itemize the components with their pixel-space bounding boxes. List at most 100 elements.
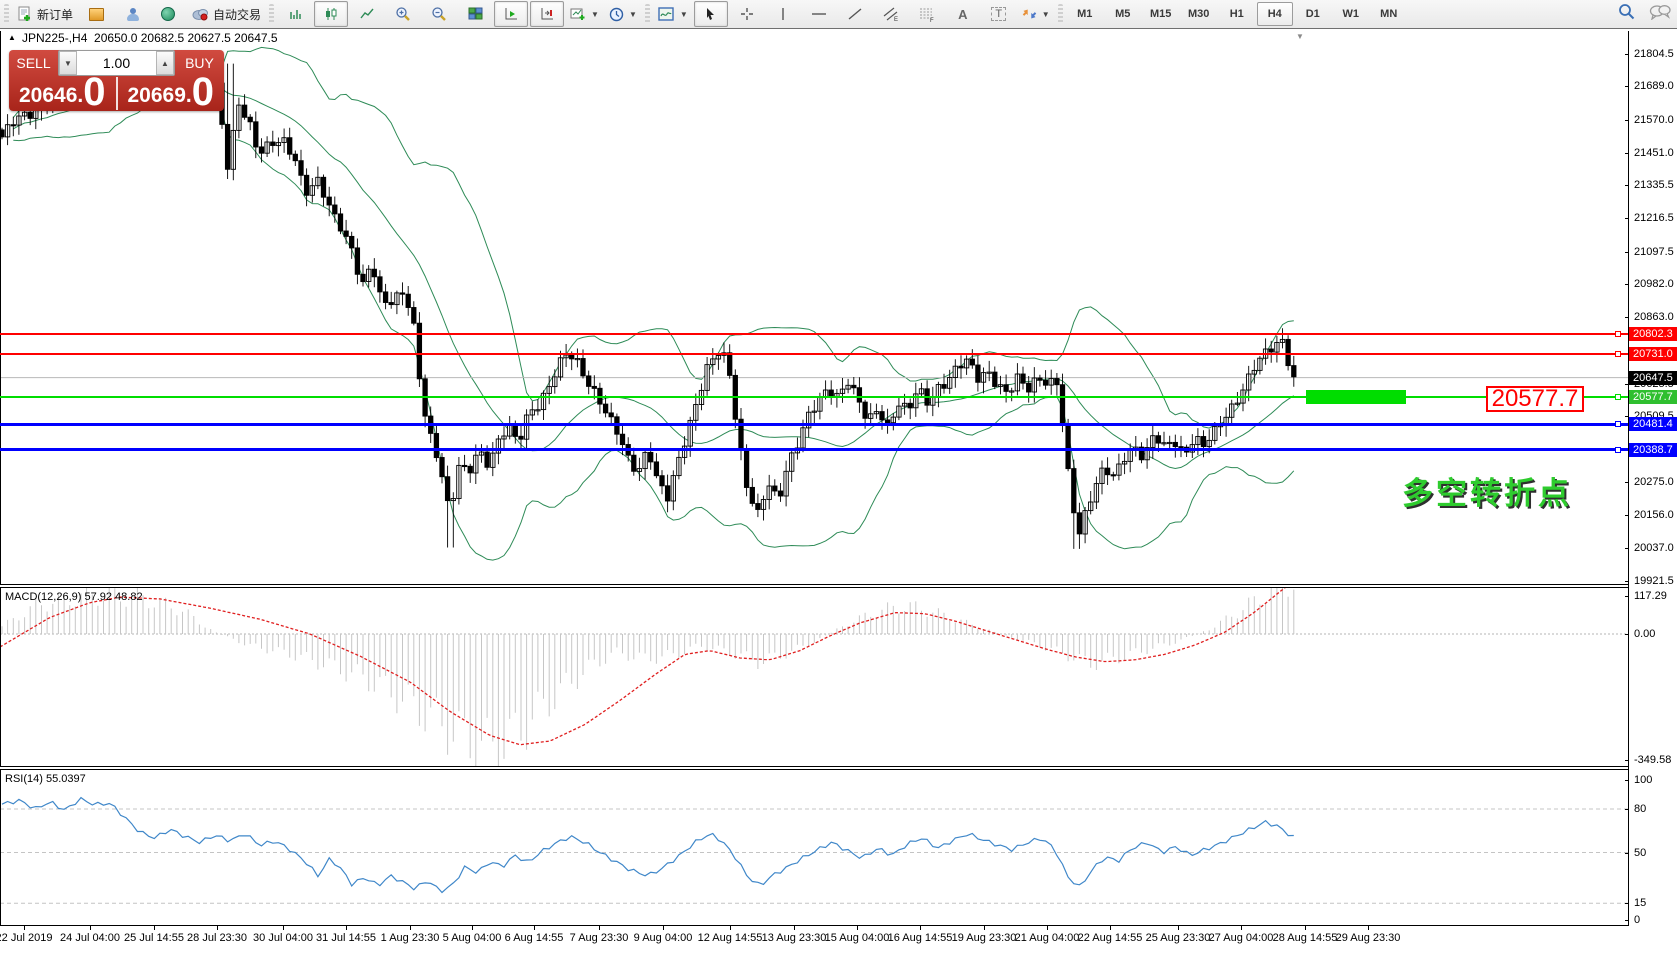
arrows-tool-button[interactable]: ▼ <box>1018 1 1054 27</box>
price-callout-box[interactable]: 20577.7 <box>1486 386 1584 412</box>
fibonacci-icon: F <box>919 7 935 22</box>
trendline-icon <box>848 7 862 21</box>
new-order-button[interactable]: 新订单 <box>13 1 77 27</box>
symbol-timeframe-label: JPN225-,H4 <box>22 31 87 45</box>
periods-clock-button[interactable]: ▼ <box>605 1 641 27</box>
sell-price[interactable]: 20646.0 <box>9 76 116 111</box>
tile-windows-icon <box>468 7 483 21</box>
line-handle[interactable] <box>1615 331 1621 337</box>
price-tick-label: 21335.5 <box>1634 179 1674 191</box>
collapse-arrow-icon[interactable]: ▲ <box>8 33 16 42</box>
cursor-tool-button[interactable] <box>694 1 728 27</box>
price-tick <box>1625 515 1629 516</box>
horizontal-level-line[interactable] <box>0 333 1628 335</box>
fibonacci-tool-button[interactable]: F <box>910 1 944 27</box>
toolbar-grip[interactable] <box>1058 4 1063 24</box>
macd-indicator-chart[interactable] <box>0 588 1628 766</box>
horizontal-line-tool-button[interactable] <box>802 1 836 27</box>
autotrading-button[interactable]: 自动交易 <box>187 1 265 27</box>
macd-pane[interactable]: MACD(12,26,9) 57.92 48.82 <box>0 588 1628 766</box>
time-axis-label: 22 Jul 2019 <box>0 932 52 944</box>
tile-windows-button[interactable] <box>458 1 492 27</box>
candlestick-chart[interactable] <box>0 31 1628 584</box>
bar-chart-mode-button[interactable] <box>278 1 312 27</box>
line-handle[interactable] <box>1615 351 1621 357</box>
chart-shift-marker-icon[interactable]: ▼ <box>1296 32 1304 41</box>
buy-price[interactable]: 20669.0 <box>118 76 225 111</box>
price-tick <box>1625 120 1629 121</box>
timeframe-button-D1[interactable]: D1 <box>1295 2 1331 26</box>
line-handle[interactable] <box>1615 447 1621 453</box>
pane-separator[interactable] <box>0 585 1628 587</box>
price-tick <box>1625 284 1629 285</box>
crosshair-tool-button[interactable] <box>730 1 764 27</box>
chart-shift-button[interactable] <box>530 1 564 27</box>
timeframe-button-H4[interactable]: H4 <box>1257 2 1293 26</box>
time-tick <box>24 926 25 930</box>
auto-scroll-button[interactable] <box>494 1 528 27</box>
horizontal-level-line[interactable] <box>0 448 1628 451</box>
price-axis[interactable]: 20802.320731.020577.720481.420388.720647… <box>1629 31 1677 946</box>
autotrading-label: 自动交易 <box>213 6 261 23</box>
trendline-tool-button[interactable] <box>838 1 872 27</box>
macd-tick <box>1625 596 1629 597</box>
rsi-indicator-chart[interactable] <box>0 770 1628 925</box>
channel-tool-button[interactable]: E <box>874 1 908 27</box>
zoom-out-button[interactable] <box>422 1 456 27</box>
new-chart-button[interactable]: ▼ <box>566 1 603 27</box>
rsi-scale-label: 15 <box>1634 897 1646 909</box>
timeframe-button-H1[interactable]: H1 <box>1219 2 1255 26</box>
candle-chart-mode-button[interactable] <box>314 1 348 27</box>
indicators-button[interactable]: ▼ <box>654 1 692 27</box>
rsi-pane[interactable]: RSI(14) 55.0397 <box>0 770 1628 925</box>
price-tick <box>1625 185 1629 186</box>
signals-button[interactable] <box>151 1 185 27</box>
timeframe-button-W1[interactable]: W1 <box>1333 2 1369 26</box>
timeframe-button-M30[interactable]: M30 <box>1181 2 1217 26</box>
pane-separator[interactable] <box>0 767 1628 769</box>
chat-bubbles-icon[interactable] <box>1649 4 1671 20</box>
horizontal-line-icon <box>811 9 827 19</box>
toolbar-grip[interactable] <box>4 4 9 24</box>
text-tool-button[interactable]: A <box>946 1 980 27</box>
horizontal-level-line[interactable] <box>0 423 1628 426</box>
line-chart-mode-button[interactable] <box>350 1 384 27</box>
chart-shift-icon <box>540 7 555 21</box>
time-axis-label: 15 Aug 04:00 <box>825 932 890 944</box>
time-tick <box>1241 926 1242 930</box>
current-price-badge: 20647.5 <box>1629 371 1677 385</box>
fibo-sub-label: F <box>930 18 934 22</box>
chart-header: JPN225-,H4 20650.0 20682.5 20627.5 20647… <box>22 31 278 45</box>
horizontal-level-line[interactable] <box>0 353 1628 355</box>
arrow-objects-icon <box>1022 7 1037 21</box>
time-tick <box>1178 926 1179 930</box>
volume-increase-button[interactable]: ▲ <box>156 51 174 75</box>
price-tick-label: 21804.5 <box>1634 48 1674 60</box>
cube-icon <box>89 8 104 21</box>
toolbar-grip[interactable] <box>645 4 650 24</box>
text-label-tool-button[interactable]: T <box>982 1 1016 27</box>
market-watch-button[interactable] <box>79 1 113 27</box>
one-click-trading-panel: SELL ▼ 1.00 ▲ BUY 20646.0 20669.0 <box>9 50 224 111</box>
line-handle[interactable] <box>1615 421 1621 427</box>
toolbar-grip[interactable] <box>269 4 274 24</box>
line-handle[interactable] <box>1615 394 1621 400</box>
sell-button[interactable]: SELL <box>9 50 58 76</box>
time-axis[interactable]: 22 Jul 201924 Jul 04:0025 Jul 14:5528 Ju… <box>0 926 1677 953</box>
time-axis-label: 19 Aug 23:30 <box>952 932 1017 944</box>
volume-decrease-button[interactable]: ▼ <box>59 51 77 75</box>
search-icon[interactable] <box>1618 3 1635 20</box>
turning-point-annotation[interactable]: 多空转折点 <box>1402 468 1572 513</box>
vertical-line-tool-button[interactable] <box>766 1 800 27</box>
zoom-in-button[interactable] <box>386 1 420 27</box>
strategy-tester-button[interactable] <box>115 1 149 27</box>
timeframe-button-M5[interactable]: M5 <box>1105 2 1141 26</box>
timeframe-button-M1[interactable]: M1 <box>1067 2 1103 26</box>
timeframe-button-M15[interactable]: M15 <box>1143 2 1179 26</box>
caret-down-icon: ▼ <box>591 10 599 19</box>
time-axis-label: 12 Aug 14:55 <box>698 932 763 944</box>
zoom-in-icon <box>395 6 411 22</box>
timeframe-button-MN[interactable]: MN <box>1371 2 1407 26</box>
main-chart-pane[interactable] <box>0 31 1628 584</box>
highlight-zone-rectangle[interactable] <box>1306 390 1406 404</box>
